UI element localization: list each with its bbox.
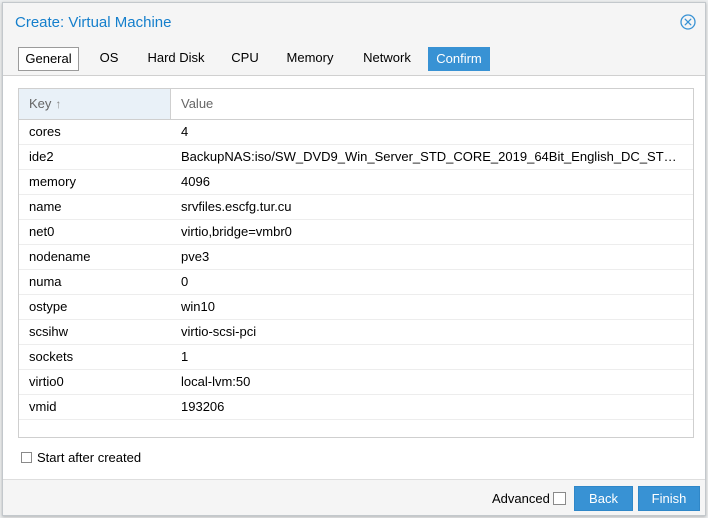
start-after-created-option[interactable]: Start after created	[21, 449, 141, 467]
row-value: 1	[181, 349, 189, 364]
wizard-tab-bar: General OS Hard Disk CPU Memory Network …	[3, 41, 705, 76]
row-key: ide2	[29, 149, 54, 164]
tab-general[interactable]: General	[18, 47, 79, 71]
row-key: virtio0	[29, 374, 64, 389]
row-key: ostype	[29, 299, 68, 314]
table-row[interactable]: scsihw virtio-scsi-pci	[19, 320, 693, 345]
row-key: cores	[29, 124, 61, 139]
row-key: memory	[29, 174, 76, 189]
summary-grid: Key ↑ Value cores 4 ide2 BackupNAS:iso/SW…	[18, 88, 694, 438]
table-row[interactable]: memory 4096	[19, 170, 693, 195]
table-row[interactable]: net0 virtio,bridge=vmbr0	[19, 220, 693, 245]
tab-confirm[interactable]: Confirm	[428, 47, 490, 71]
grid-header: Key ↑ Value	[19, 89, 693, 120]
row-value: srvfiles.escfg.tur.cu	[181, 199, 292, 214]
column-header-value-label: Value	[181, 96, 214, 111]
table-row[interactable]: nodename pve3	[19, 245, 693, 270]
start-after-created-checkbox[interactable]	[21, 452, 32, 464]
row-value: win10	[181, 299, 215, 314]
tab-cpu[interactable]: CPU	[224, 47, 266, 71]
row-value: 193206	[181, 399, 225, 414]
tab-hard-disk[interactable]: Hard Disk	[138, 47, 214, 71]
row-value: 4096	[181, 174, 210, 189]
row-key: name	[29, 199, 62, 214]
column-header-key[interactable]: Key ↑	[19, 89, 171, 119]
table-row[interactable]: cores 4	[19, 120, 693, 145]
dialog-titlebar: Create: Virtual Machine	[3, 3, 705, 41]
row-key: nodename	[29, 249, 91, 264]
finish-button[interactable]: Finish	[638, 486, 700, 511]
column-header-value[interactable]: Value	[171, 89, 693, 119]
table-row[interactable]: vmid 193206	[19, 395, 693, 420]
row-value: local-lvm:50	[181, 374, 251, 389]
dialog-footer: Advanced Back Finish	[3, 479, 705, 515]
row-key: net0	[29, 224, 55, 239]
advanced-checkbox[interactable]	[553, 492, 566, 505]
table-row[interactable]: ide2 BackupNAS:iso/SW_DVD9_Win_Server_ST…	[19, 145, 693, 170]
start-after-created-label: Start after created	[37, 450, 142, 466]
table-row[interactable]: virtio0 local-lvm:50	[19, 370, 693, 395]
row-key: numa	[29, 274, 62, 289]
create-vm-dialog: Create: Virtual Machine General OS Hard …	[2, 2, 706, 516]
table-row[interactable]: name srvfiles.escfg.tur.cu	[19, 195, 693, 220]
column-header-key-label: Key	[29, 96, 52, 111]
row-value: virtio-scsi-pci	[181, 324, 257, 339]
close-circle-icon[interactable]	[680, 14, 696, 30]
dialog-title: Create: Virtual Machine	[15, 14, 172, 31]
row-value: 0	[181, 274, 189, 289]
row-value: virtio,bridge=vmbr0	[181, 224, 292, 239]
back-button[interactable]: Back	[574, 486, 633, 511]
tab-network[interactable]: Network	[354, 47, 420, 71]
advanced-label: Advanced	[492, 491, 550, 506]
table-row[interactable]: ostype win10	[19, 295, 693, 320]
row-key: scsihw	[29, 324, 69, 339]
row-value: 4	[181, 124, 189, 139]
row-key: vmid	[29, 399, 57, 414]
table-row[interactable]: sockets 1	[19, 345, 693, 370]
row-value: pve3	[181, 249, 210, 264]
row-key: sockets	[29, 349, 74, 364]
arrow-up-icon: ↑	[55, 97, 62, 111]
tab-os[interactable]: OS	[90, 47, 128, 71]
tab-memory[interactable]: Memory	[276, 47, 344, 71]
table-row[interactable]: numa 0	[19, 270, 693, 295]
row-value: BackupNAS:iso/SW_DVD9_Win_Server_STD_COR…	[181, 149, 681, 164]
